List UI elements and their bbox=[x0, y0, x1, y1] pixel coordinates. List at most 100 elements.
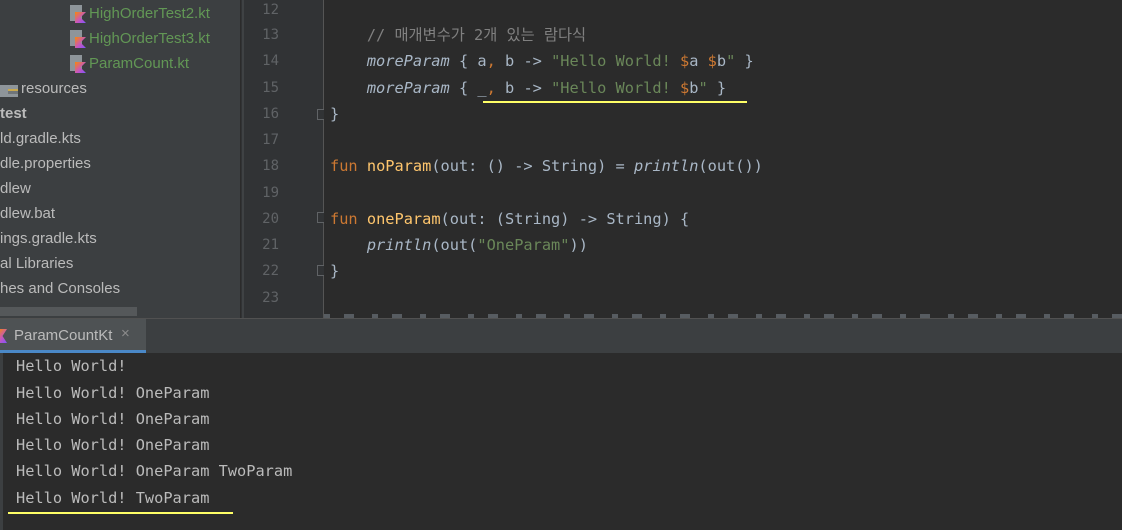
code-line-18: fun noParam(out: () -> String) = println… bbox=[330, 153, 763, 179]
kotlin-file-icon bbox=[68, 55, 86, 73]
console-line: Hello World! OneParam TwoParam bbox=[16, 462, 293, 480]
lambda-param: a bbox=[477, 52, 487, 70]
string-literal bbox=[698, 52, 707, 70]
console-output[interactable]: Hello World! Hello World! OneParam Hello… bbox=[0, 353, 1122, 530]
keyword: fun bbox=[330, 157, 358, 175]
code-token: (out: () -> String) = bbox=[431, 157, 634, 175]
code-line-16: } bbox=[330, 101, 339, 127]
line-number: 23 bbox=[262, 290, 279, 306]
code-token: } bbox=[735, 52, 754, 70]
panel-divider[interactable] bbox=[240, 0, 251, 318]
string-literal: " bbox=[698, 79, 708, 97]
code-line-20: fun oneParam(out: (String) -> String) { bbox=[330, 206, 689, 232]
lambda-param: b bbox=[505, 52, 515, 70]
tree-item-test[interactable]: test bbox=[0, 102, 27, 126]
tree-item-resources[interactable]: resources bbox=[0, 77, 87, 101]
keyword: fun bbox=[330, 210, 358, 228]
code-token: { bbox=[449, 52, 478, 70]
line-number: 17 bbox=[262, 132, 279, 148]
code-line-22: } bbox=[330, 258, 339, 284]
code-line-15: moreParam { _, b -> "Hello World! $b" } bbox=[330, 75, 726, 101]
code-token: (out( bbox=[431, 236, 478, 254]
line-number: 16 bbox=[262, 106, 279, 122]
tree-item-label: hes and Consoles bbox=[0, 280, 121, 297]
tree-item-paramcount[interactable]: ParamCount.kt bbox=[68, 52, 189, 76]
line-number: 20 bbox=[262, 211, 279, 227]
function-name: noParam bbox=[366, 157, 432, 175]
string-literal: "OneParam" bbox=[477, 236, 570, 254]
run-tab-label: ParamCountKt bbox=[14, 327, 113, 344]
code-token: } bbox=[330, 105, 340, 123]
function-name: oneParam bbox=[366, 210, 441, 228]
function-call: moreParam bbox=[366, 52, 450, 70]
code-token: , bbox=[486, 79, 506, 97]
string-literal: "Hello World! bbox=[551, 79, 681, 97]
tree-item-gradlew[interactable]: dlew bbox=[0, 177, 31, 201]
highlight-underline bbox=[483, 101, 747, 103]
line-number: 14 bbox=[262, 53, 279, 69]
kotlin-run-icon bbox=[0, 329, 7, 343]
console-line: Hello World! TwoParam bbox=[16, 489, 210, 507]
tree-item-settings-gradle[interactable]: ings.gradle.kts bbox=[0, 227, 97, 251]
code-line-13: // 매개변수가 2개 있는 람다식 bbox=[330, 22, 586, 48]
tree-item-build-gradle[interactable]: ld.gradle.kts bbox=[0, 127, 81, 151]
tree-item-label: ParamCount.kt bbox=[89, 55, 190, 72]
code-line-14: moreParam { a, b -> "Hello World! $a $b"… bbox=[330, 48, 754, 74]
console-line: Hello World! OneParam bbox=[16, 410, 210, 428]
code-token: -> bbox=[514, 79, 552, 97]
tree-item-label: ings.gradle.kts bbox=[0, 230, 97, 247]
console-line: Hello World! bbox=[16, 357, 127, 375]
line-number: 18 bbox=[262, 158, 279, 174]
kotlin-file-icon bbox=[68, 30, 86, 48]
code-comment: // 매개변수가 2개 있는 람다식 bbox=[366, 26, 587, 44]
lambda-param: _ bbox=[477, 79, 487, 97]
code-token: (out()) bbox=[698, 157, 763, 175]
function-call: println bbox=[633, 157, 699, 175]
line-number: 13 bbox=[262, 27, 279, 43]
line-number: 21 bbox=[262, 237, 279, 253]
lambda-param: b bbox=[505, 79, 515, 97]
kotlin-file-icon bbox=[68, 5, 86, 23]
line-number: 15 bbox=[262, 80, 279, 96]
code-token: )) bbox=[569, 236, 588, 254]
template-dollar: $ bbox=[707, 52, 717, 70]
code-token: } bbox=[330, 262, 340, 280]
tree-item-highordertest2[interactable]: HighOrderTest2.kt bbox=[68, 2, 210, 26]
template-var: b bbox=[716, 52, 727, 70]
run-tab[interactable]: ParamCountKt × bbox=[0, 319, 146, 353]
tree-item-gradle-properties[interactable]: dle.properties bbox=[0, 152, 91, 176]
string-literal: " bbox=[726, 52, 736, 70]
string-literal: "Hello World! bbox=[551, 52, 681, 70]
tree-item-label: resources bbox=[21, 80, 87, 97]
line-number: 19 bbox=[262, 185, 279, 201]
tree-item-label: HighOrderTest3.kt bbox=[89, 30, 210, 47]
function-call: moreParam bbox=[366, 79, 450, 97]
code-token: } bbox=[707, 79, 727, 97]
tree-item-label: dlew bbox=[0, 180, 31, 197]
tree-item-gradlew-bat[interactable]: dlew.bat bbox=[0, 202, 55, 226]
code-token: , bbox=[486, 52, 506, 70]
template-dollar: $ bbox=[680, 79, 690, 97]
code-editor[interactable]: // 매개변수가 2개 있는 람다식 moreParam { a, b -> "… bbox=[324, 0, 1122, 318]
tree-item-label: ld.gradle.kts bbox=[0, 130, 81, 147]
editor-gutter: 12 13 14 15 16 17 18 19 20 21 22 23 bbox=[251, 0, 327, 318]
project-tree-panel: HighOrderTest2.kt HighOrderTest3.kt Para… bbox=[0, 0, 240, 318]
tree-item-highordertest3[interactable]: HighOrderTest3.kt bbox=[68, 27, 210, 51]
line-number: 12 bbox=[262, 2, 279, 18]
code-token: -> bbox=[514, 52, 552, 70]
code-token: { bbox=[449, 79, 478, 97]
tree-item-label: HighOrderTest2.kt bbox=[89, 5, 210, 22]
tree-item-external-libraries[interactable]: al Libraries bbox=[0, 252, 73, 276]
template-dollar: $ bbox=[680, 52, 690, 70]
tree-item-label: dlew.bat bbox=[0, 205, 56, 222]
tree-item-label: al Libraries bbox=[0, 255, 74, 272]
close-icon[interactable]: × bbox=[121, 325, 130, 342]
tree-item-scratches[interactable]: hes and Consoles bbox=[0, 277, 120, 301]
horizontal-scrollbar[interactable] bbox=[0, 307, 137, 316]
console-line: Hello World! OneParam bbox=[16, 384, 210, 402]
tree-item-label: dle.properties bbox=[0, 155, 91, 172]
code-token: (out: (String) -> String) { bbox=[440, 210, 690, 228]
console-line: Hello World! OneParam bbox=[16, 436, 210, 454]
tree-item-label: test bbox=[0, 105, 27, 122]
line-number: 22 bbox=[262, 263, 279, 279]
